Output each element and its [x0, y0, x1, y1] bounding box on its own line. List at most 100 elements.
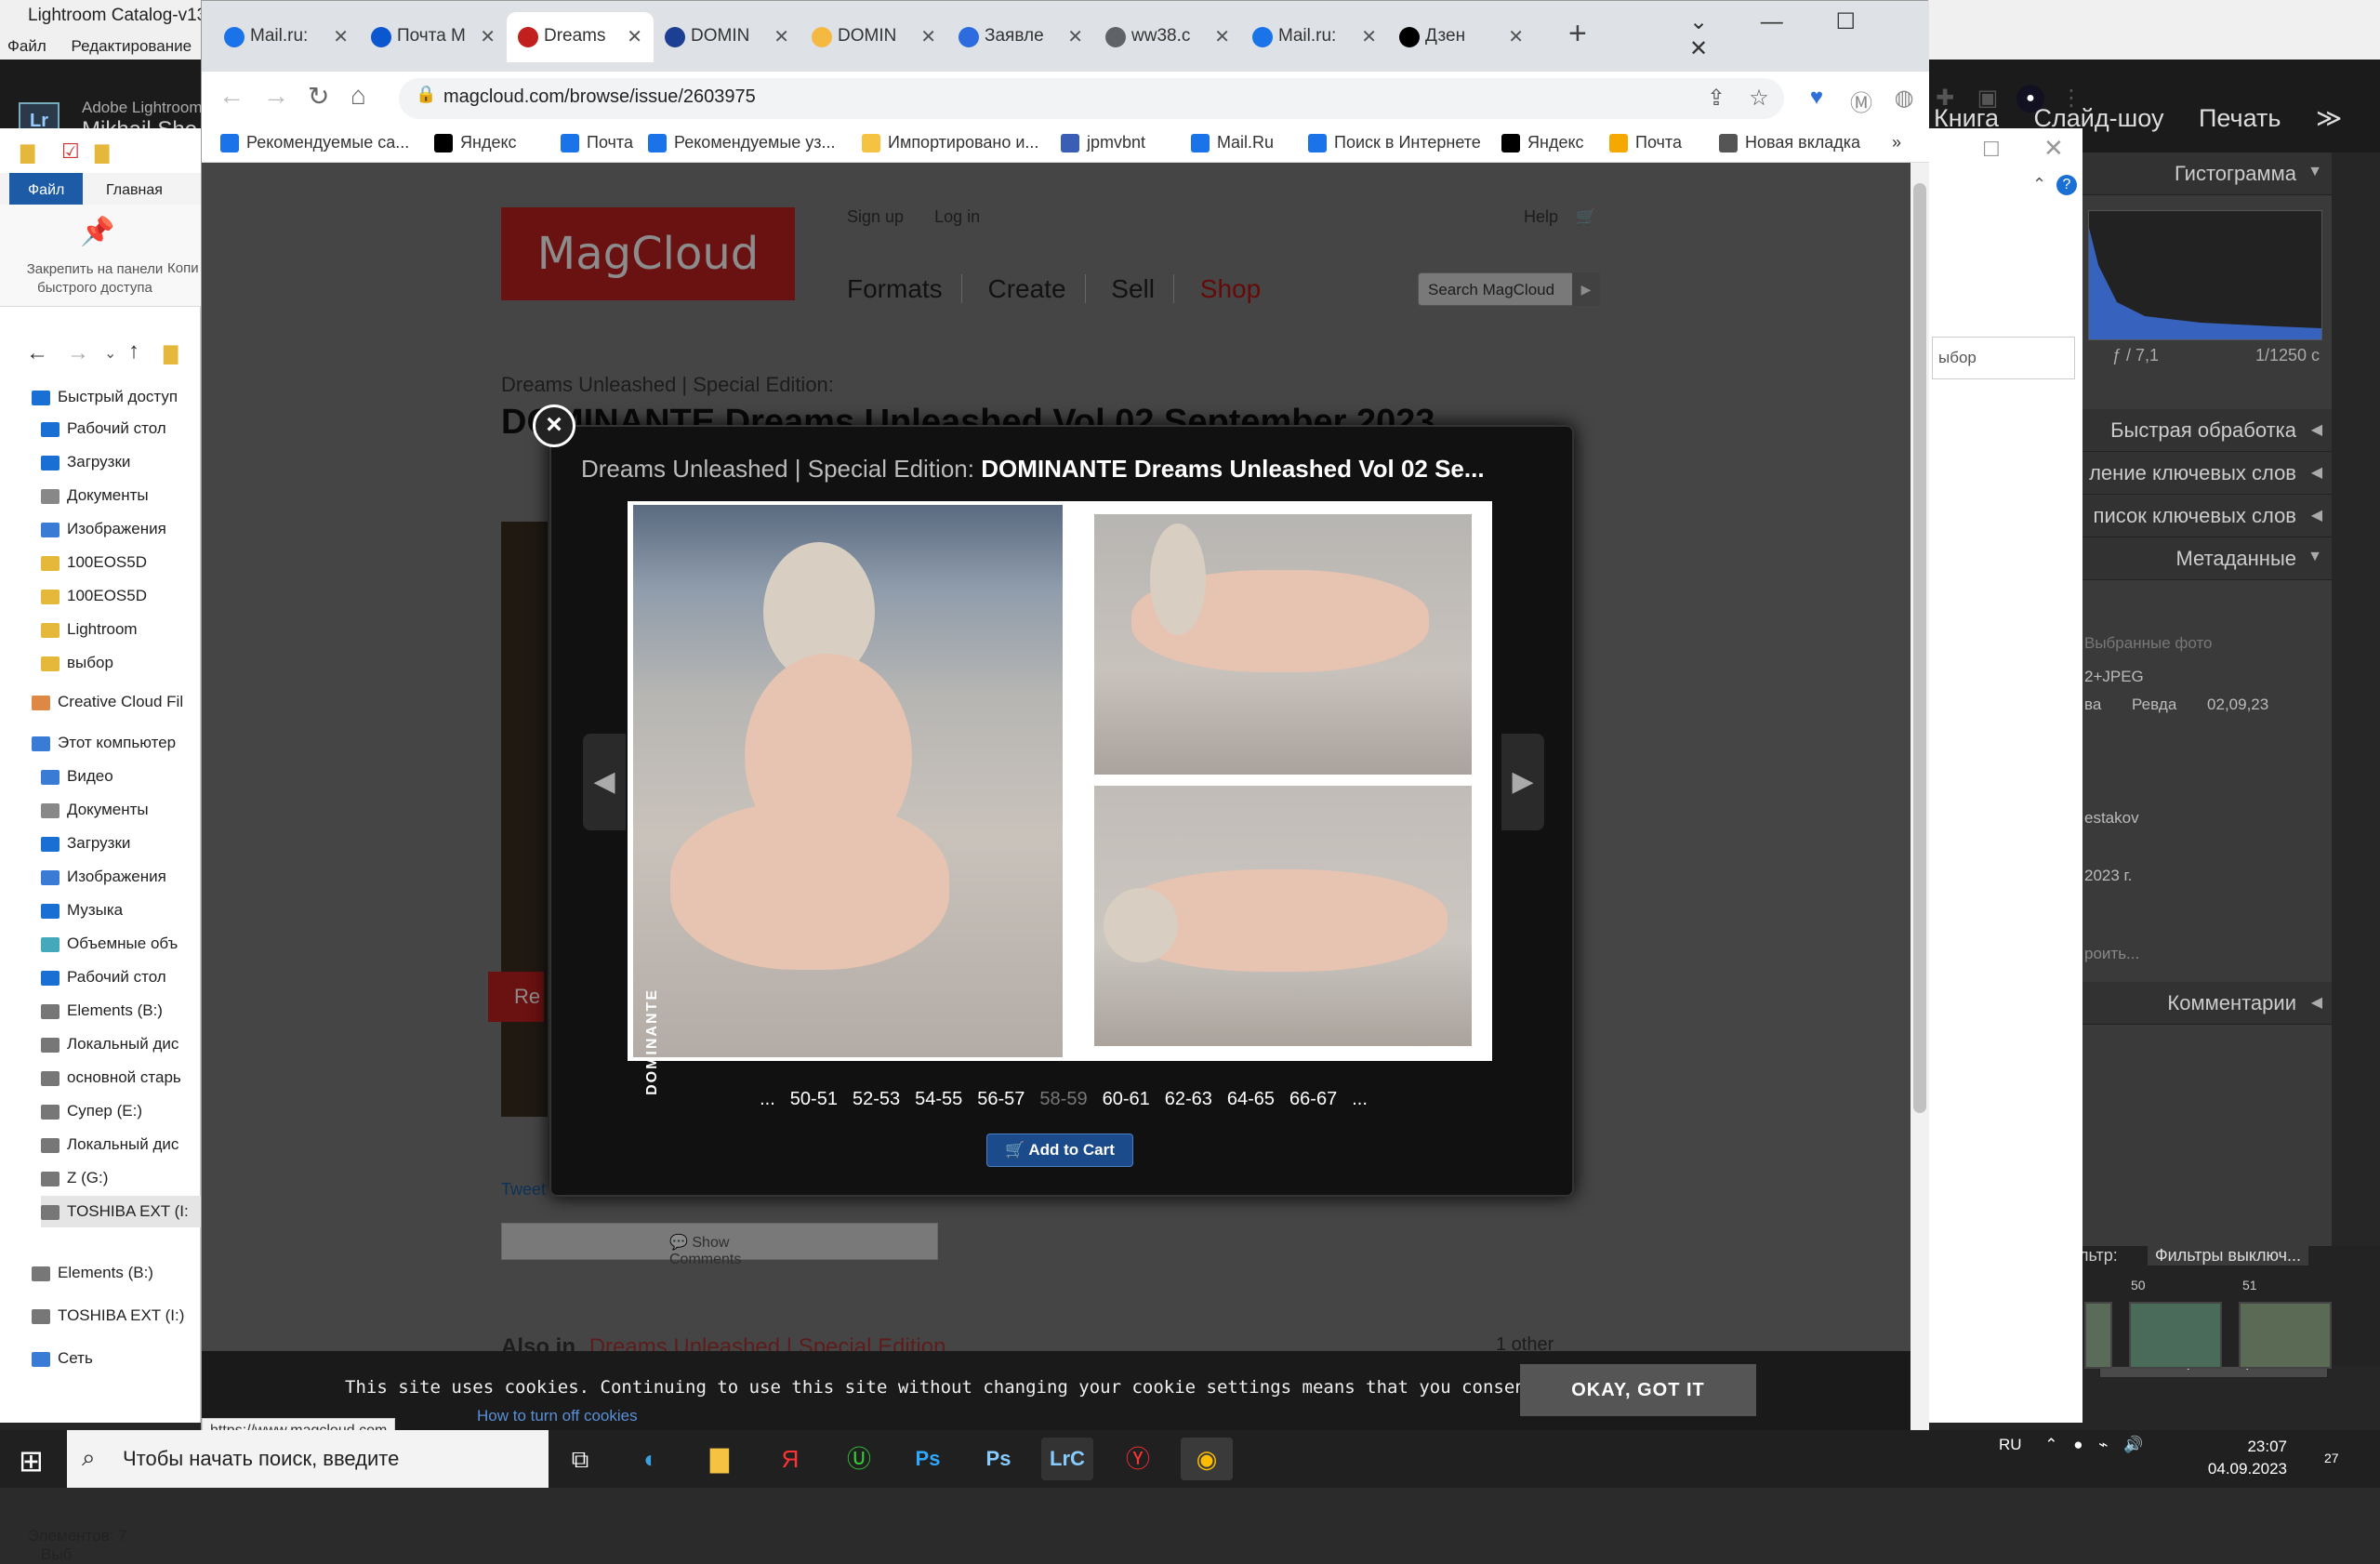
- page-link[interactable]: 52-53: [853, 1089, 900, 1109]
- folder-icon[interactable]: ▇: [95, 141, 109, 165]
- film-thumbnail[interactable]: [2084, 1302, 2112, 1369]
- bookmark-item[interactable]: Поиск в Интернете: [1308, 133, 1481, 153]
- help-icon[interactable]: ?: [2056, 175, 2077, 195]
- close-icon[interactable]: ✕: [1689, 36, 1708, 61]
- folder-icon[interactable]: ▇: [20, 141, 34, 165]
- tree-item[interactable]: Локальный дис: [41, 1129, 178, 1160]
- pin-icon[interactable]: 📌: [80, 216, 114, 248]
- panel-keyword-list[interactable]: писок ключевых слов ◀: [2079, 495, 2332, 537]
- extension-heart-icon[interactable]: ♥: [1803, 85, 1831, 113]
- url-text[interactable]: magcloud.com/browse/issue/2603975: [443, 86, 756, 108]
- close-tab-icon[interactable]: ✕: [920, 25, 936, 48]
- globe-icon[interactable]: ◍: [1890, 85, 1918, 113]
- close-tab-icon[interactable]: ✕: [627, 25, 642, 48]
- bookmark-item[interactable]: Рекомендуемые уз...: [648, 133, 836, 153]
- side-panel-icon[interactable]: ▣: [1974, 85, 2002, 113]
- page-link[interactable]: ...: [760, 1089, 775, 1109]
- filter-dropdown[interactable]: Фильтры выключ...: [2148, 1246, 2308, 1266]
- up-arrow-icon[interactable]: ↑: [128, 338, 139, 364]
- tray-app-icon[interactable]: ●: [2073, 1436, 2082, 1453]
- explorer-search-input[interactable]: ыбор: [1932, 337, 2075, 379]
- yandex-browser-icon[interactable]: Ⓨ: [1112, 1438, 1164, 1480]
- maximize-icon[interactable]: ☐: [1982, 138, 2001, 162]
- close-icon[interactable]: ×: [533, 404, 575, 447]
- tab-search-icon[interactable]: ⌄: [1689, 9, 1708, 34]
- tree-item[interactable]: Музыка: [41, 895, 123, 926]
- tray-chevron-icon[interactable]: ⌃: [2044, 1436, 2057, 1453]
- task-view-icon[interactable]: ⧉: [554, 1438, 606, 1480]
- close-tab-icon[interactable]: ✕: [480, 25, 496, 48]
- page-link[interactable]: 56-57: [977, 1089, 1025, 1109]
- utorrent-icon[interactable]: Ⓤ: [833, 1438, 885, 1480]
- browser-tab[interactable]: Заявле ✕: [947, 12, 1094, 62]
- tree-item[interactable]: Lightroom: [41, 614, 138, 645]
- tab-file[interactable]: Файл: [9, 173, 84, 205]
- chevron-down-icon[interactable]: ⌄: [104, 344, 116, 363]
- close-icon[interactable]: ✕: [2043, 134, 2064, 163]
- close-tab-icon[interactable]: ✕: [1361, 25, 1377, 48]
- tree-item[interactable]: Сеть: [32, 1343, 93, 1374]
- volume-icon[interactable]: 🔊: [2123, 1436, 2143, 1453]
- tree-item[interactable]: основной старь: [41, 1062, 181, 1093]
- tree-item[interactable]: Загрузки: [41, 446, 130, 478]
- browser-tab[interactable]: Mail.ru: ✕: [1241, 12, 1388, 62]
- scrollbar-thumb[interactable]: [1913, 183, 1926, 1113]
- bookmark-item[interactable]: Новая вкладка: [1719, 133, 1860, 153]
- profile-avatar[interactable]: ●: [2016, 85, 2044, 113]
- network-icon[interactable]: ⌁: [2098, 1436, 2108, 1453]
- bookmark-item[interactable]: Импортировано и...: [862, 133, 1038, 153]
- panel-keywording[interactable]: ление ключевых слов ◀: [2079, 452, 2332, 495]
- bookmark-item[interactable]: Mail.Ru: [1191, 133, 1274, 153]
- page-link[interactable]: 66-67: [1289, 1089, 1337, 1109]
- photoshop-icon[interactable]: Ps: [902, 1438, 954, 1480]
- tree-item[interactable]: Elements (B:): [41, 995, 163, 1027]
- browser-tab[interactable]: Mail.ru: ✕: [213, 12, 360, 62]
- back-arrow-icon[interactable]: ←: [218, 81, 245, 111]
- metadata-edit-button[interactable]: роить...: [2084, 945, 2326, 963]
- lr-menu-edit[interactable]: Редактирование: [72, 37, 192, 55]
- panel-quick-develop[interactable]: Быстрая обработка ◀: [2079, 409, 2332, 452]
- photoshop-2-icon[interactable]: Ps: [972, 1438, 1025, 1480]
- chevron-up-icon[interactable]: ⌃: [2032, 175, 2046, 194]
- bookmark-item[interactable]: Яндекс: [1501, 133, 1584, 153]
- tree-item[interactable]: Z (G:): [41, 1162, 108, 1194]
- windows-start-icon[interactable]: ⊞: [19, 1443, 44, 1478]
- close-tab-icon[interactable]: ✕: [1508, 25, 1524, 48]
- turn-off-cookies-link[interactable]: How to turn off cookies: [477, 1407, 638, 1425]
- edge-icon[interactable]: ◐: [625, 1438, 677, 1480]
- next-page-button[interactable]: ▶: [1501, 734, 1544, 830]
- bookmark-item[interactable]: jpmvbnt: [1061, 133, 1145, 153]
- tree-item[interactable]: Документы: [41, 794, 149, 826]
- close-tab-icon[interactable]: ✕: [1214, 25, 1230, 48]
- browser-tab[interactable]: DOMIN ✕: [654, 12, 800, 62]
- file-explorer-icon[interactable]: ▇: [694, 1438, 746, 1480]
- accept-cookies-button[interactable]: OKAY, GOT IT: [1520, 1364, 1756, 1416]
- menu-kebab-icon[interactable]: ⋮: [2057, 85, 2085, 113]
- page-link[interactable]: 54-55: [915, 1089, 962, 1109]
- panel-comments[interactable]: Комментарии ◀: [2079, 982, 2332, 1025]
- tree-item[interactable]: Видео: [41, 761, 113, 792]
- bookmarks-overflow-button[interactable]: »: [1892, 133, 1901, 152]
- bookmark-item[interactable]: Яндекс: [434, 133, 517, 153]
- tree-item[interactable]: Объемные объ: [41, 928, 178, 960]
- tree-item[interactable]: Изображения: [41, 861, 166, 893]
- pin-quick-access-label[interactable]: Закрепить на панели быстрого доступа: [20, 260, 169, 298]
- page-link[interactable]: 64-65: [1227, 1089, 1275, 1109]
- lock-icon[interactable]: 🔒: [416, 85, 436, 104]
- page-link[interactable]: 50-51: [790, 1089, 838, 1109]
- page-link[interactable]: 58-59: [1039, 1089, 1087, 1109]
- back-arrow-icon[interactable]: ←: [26, 340, 48, 366]
- tree-item[interactable]: Загрузки: [41, 828, 130, 859]
- page-link[interactable]: 62-63: [1165, 1089, 1212, 1109]
- module-print[interactable]: Печать: [2199, 104, 2281, 132]
- browser-tab[interactable]: Почта М ✕: [360, 12, 507, 62]
- language-indicator[interactable]: RU: [1999, 1436, 2022, 1453]
- film-thumbnail[interactable]: [2239, 1302, 2332, 1369]
- taskbar-search-input[interactable]: Чтобы начать поиск, введите: [67, 1430, 549, 1488]
- tree-item[interactable]: Этот компьютер: [32, 727, 176, 759]
- tab-home[interactable]: Главная: [97, 179, 172, 203]
- share-icon[interactable]: ⇪: [1702, 85, 1730, 113]
- browser-tab[interactable]: Дзен ✕: [1388, 12, 1535, 62]
- tree-item[interactable]: TOSHIBA EXT (I:): [32, 1300, 184, 1332]
- browser-tab[interactable]: ww38.c ✕: [1094, 12, 1241, 62]
